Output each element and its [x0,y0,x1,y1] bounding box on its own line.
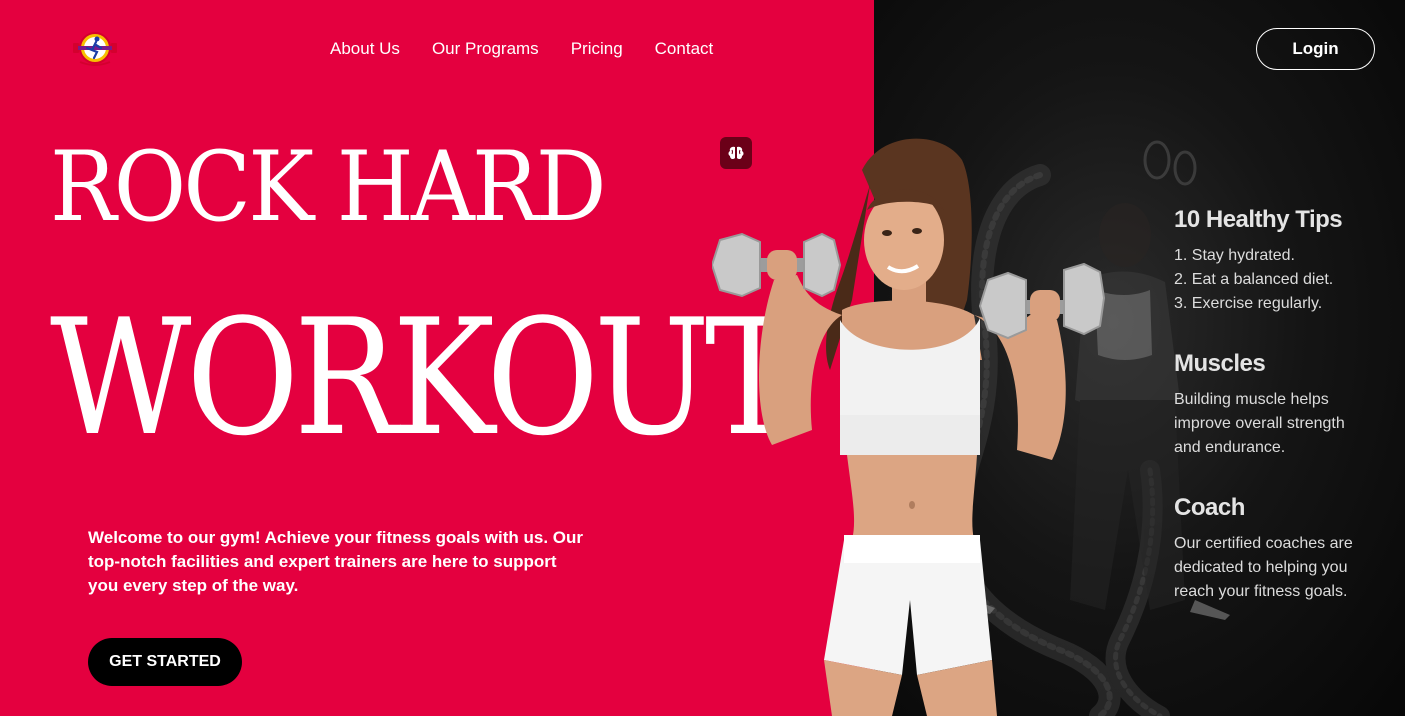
healthy-tips-title: 10 Healthy Tips [1174,206,1343,233]
healthy-tip-1: 1. Stay hydrated. [1174,247,1295,264]
main-nav: About Us Our Programs Pricing Contact [330,38,713,60]
nav-about-us[interactable]: About Us [330,38,400,60]
hero-headline-line1: ROCK HARD [50,131,607,243]
healthy-tip-2: 2. Eat a balanced diet. [1174,271,1334,288]
fitness-model-image [712,138,1106,716]
nav-our-programs[interactable]: Our Programs [432,38,539,60]
coach-section: Coach Our certified coaches are dedicate… [1174,494,1384,604]
muscles-text: Building muscle helps improve overall st… [1174,391,1345,456]
healthy-tips-section: 10 Healthy Tips 1. Stay hydrated. 2. Eat… [1174,206,1343,316]
landing-page: About Us Our Programs Pricing Contact Lo… [0,0,1405,716]
get-started-button[interactable]: GET STARTED [88,638,242,686]
muscles-section: Muscles Building muscle helps improve ov… [1174,350,1374,460]
login-button[interactable]: Login [1256,28,1375,70]
healthy-tip-3: 3. Exercise regularly. [1174,295,1323,312]
coach-title: Coach [1174,494,1245,521]
nav-pricing[interactable]: Pricing [571,38,623,60]
gym-logo[interactable] [70,26,120,70]
coach-text: Our certified coaches are dedicated to h… [1174,535,1353,600]
welcome-text: Welcome to our gym! Achieve your fitness… [88,528,583,595]
muscles-title: Muscles [1174,350,1266,377]
nav-contact[interactable]: Contact [655,38,714,60]
hero-headline-line2: WORKOUT [50,284,797,471]
